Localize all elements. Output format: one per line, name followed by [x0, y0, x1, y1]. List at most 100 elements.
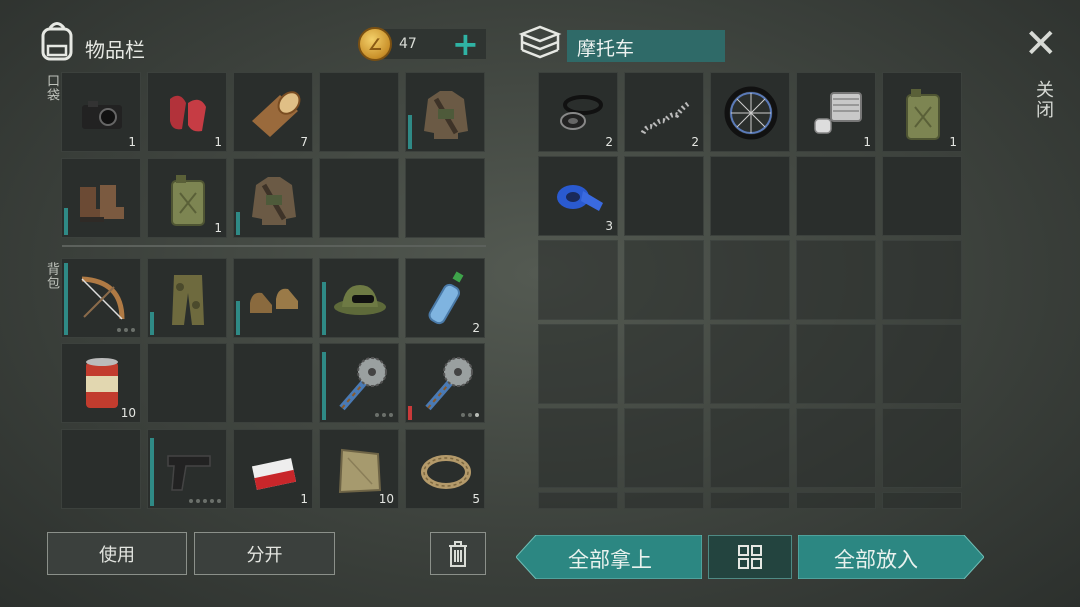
- empty-slot[interactable]: [710, 324, 790, 404]
- empty-slot[interactable]: [405, 158, 485, 238]
- shoes-icon: [242, 267, 306, 331]
- camera-icon: [70, 81, 134, 145]
- empty-slot[interactable]: [796, 408, 876, 488]
- trash-icon: [449, 540, 467, 567]
- empty-slot[interactable]: [233, 343, 313, 423]
- durability-bar: [236, 301, 240, 335]
- empty-slot[interactable]: [624, 324, 704, 404]
- section-divider: [62, 245, 486, 247]
- empty-slot[interactable]: [538, 492, 618, 509]
- pocket-label: 口袋: [44, 74, 59, 102]
- item-slot[interactable]: 10: [319, 429, 399, 509]
- item-count: 1: [214, 221, 222, 235]
- empty-slot[interactable]: [882, 492, 962, 509]
- empty-slot[interactable]: [319, 158, 399, 238]
- item-count: 5: [472, 492, 480, 506]
- pistol-icon: [156, 438, 220, 502]
- close-icon[interactable]: ✕: [1024, 24, 1058, 64]
- red-cloth-icon: [156, 81, 220, 145]
- empty-slot[interactable]: [61, 429, 141, 509]
- storage-stack-icon: [518, 24, 562, 62]
- item-slot[interactable]: [405, 72, 485, 152]
- empty-slot[interactable]: [710, 408, 790, 488]
- take-all-label[interactable]: 全部拿上: [568, 544, 652, 574]
- item-slot[interactable]: 7: [233, 72, 313, 152]
- log-icon: [242, 81, 306, 145]
- vehicle-name-field: 摩托车: [567, 30, 725, 62]
- gasket-icon: [547, 81, 611, 145]
- durability-bar: [408, 406, 412, 420]
- item-slot[interactable]: 1: [233, 429, 313, 509]
- item-slot[interactable]: [61, 158, 141, 238]
- empty-slot[interactable]: [624, 156, 704, 236]
- empty-slot[interactable]: [710, 240, 790, 320]
- empty-slot[interactable]: [882, 408, 962, 488]
- item-count: 1: [863, 135, 871, 149]
- item-slot[interactable]: 1: [882, 72, 962, 152]
- blue-tape-icon: [547, 165, 611, 229]
- jerrycan-icon: [156, 167, 220, 231]
- item-slot[interactable]: [147, 429, 227, 509]
- item-slot[interactable]: [319, 258, 399, 338]
- cigarettes-icon: [242, 438, 306, 502]
- item-count: 2: [472, 321, 480, 335]
- jacket-icon: [414, 81, 478, 145]
- boots-icon: [70, 167, 134, 231]
- close-label[interactable]: 关闭: [1030, 80, 1056, 120]
- empty-slot[interactable]: [796, 492, 876, 509]
- empty-slot[interactable]: [538, 324, 618, 404]
- empty-slot[interactable]: [624, 240, 704, 320]
- item-slot[interactable]: 10: [61, 343, 141, 423]
- jerrycan-icon: [891, 81, 955, 145]
- item-slot[interactable]: [233, 158, 313, 238]
- empty-slot[interactable]: [796, 240, 876, 320]
- durability-bar: [236, 212, 240, 235]
- item-slot[interactable]: [147, 258, 227, 338]
- item-slot[interactable]: [61, 258, 141, 338]
- grid-view-icon: [738, 545, 762, 569]
- bow-icon: [70, 267, 134, 331]
- empty-slot[interactable]: [710, 492, 790, 509]
- use-button[interactable]: 使用: [47, 532, 187, 575]
- item-slot[interactable]: 2: [538, 72, 618, 152]
- empty-slot[interactable]: [882, 156, 962, 236]
- durability-bar: [322, 352, 326, 420]
- empty-slot[interactable]: [538, 240, 618, 320]
- item-slot[interactable]: [319, 343, 399, 423]
- empty-slot[interactable]: [538, 408, 618, 488]
- wheel-icon: [719, 81, 783, 145]
- item-count: 10: [120, 406, 136, 420]
- trash-button[interactable]: [430, 532, 486, 575]
- item-slot[interactable]: [710, 72, 790, 152]
- empty-slot[interactable]: [147, 343, 227, 423]
- empty-slot[interactable]: [319, 72, 399, 152]
- quality-dots: [375, 413, 393, 417]
- item-slot[interactable]: 1: [147, 158, 227, 238]
- empty-slot[interactable]: [624, 492, 704, 509]
- empty-slot[interactable]: [882, 240, 962, 320]
- item-slot[interactable]: 2: [405, 258, 485, 338]
- add-coins-button[interactable]: +: [452, 28, 479, 60]
- item-slot[interactable]: [405, 343, 485, 423]
- put-all-label[interactable]: 全部放入: [834, 544, 918, 574]
- grid-view-button[interactable]: [708, 535, 792, 579]
- empty-slot[interactable]: [710, 156, 790, 236]
- empty-slot[interactable]: [624, 408, 704, 488]
- item-count: 2: [691, 135, 699, 149]
- empty-slot[interactable]: [882, 324, 962, 404]
- coin-icon: ∠: [358, 27, 392, 61]
- item-slot[interactable]: [233, 258, 313, 338]
- item-slot[interactable]: 1: [147, 72, 227, 152]
- camo-hat-icon: [328, 267, 392, 331]
- item-slot[interactable]: 2: [624, 72, 704, 152]
- quality-dots: [461, 413, 479, 417]
- item-slot[interactable]: 3: [538, 156, 618, 236]
- item-slot[interactable]: 1: [796, 72, 876, 152]
- item-slot[interactable]: 5: [405, 429, 485, 509]
- empty-slot[interactable]: [796, 156, 876, 236]
- coin-count: 47: [399, 36, 417, 52]
- empty-slot[interactable]: [796, 324, 876, 404]
- item-slot[interactable]: 1: [61, 72, 141, 152]
- durability-bar: [322, 282, 326, 335]
- split-button[interactable]: 分开: [194, 532, 335, 575]
